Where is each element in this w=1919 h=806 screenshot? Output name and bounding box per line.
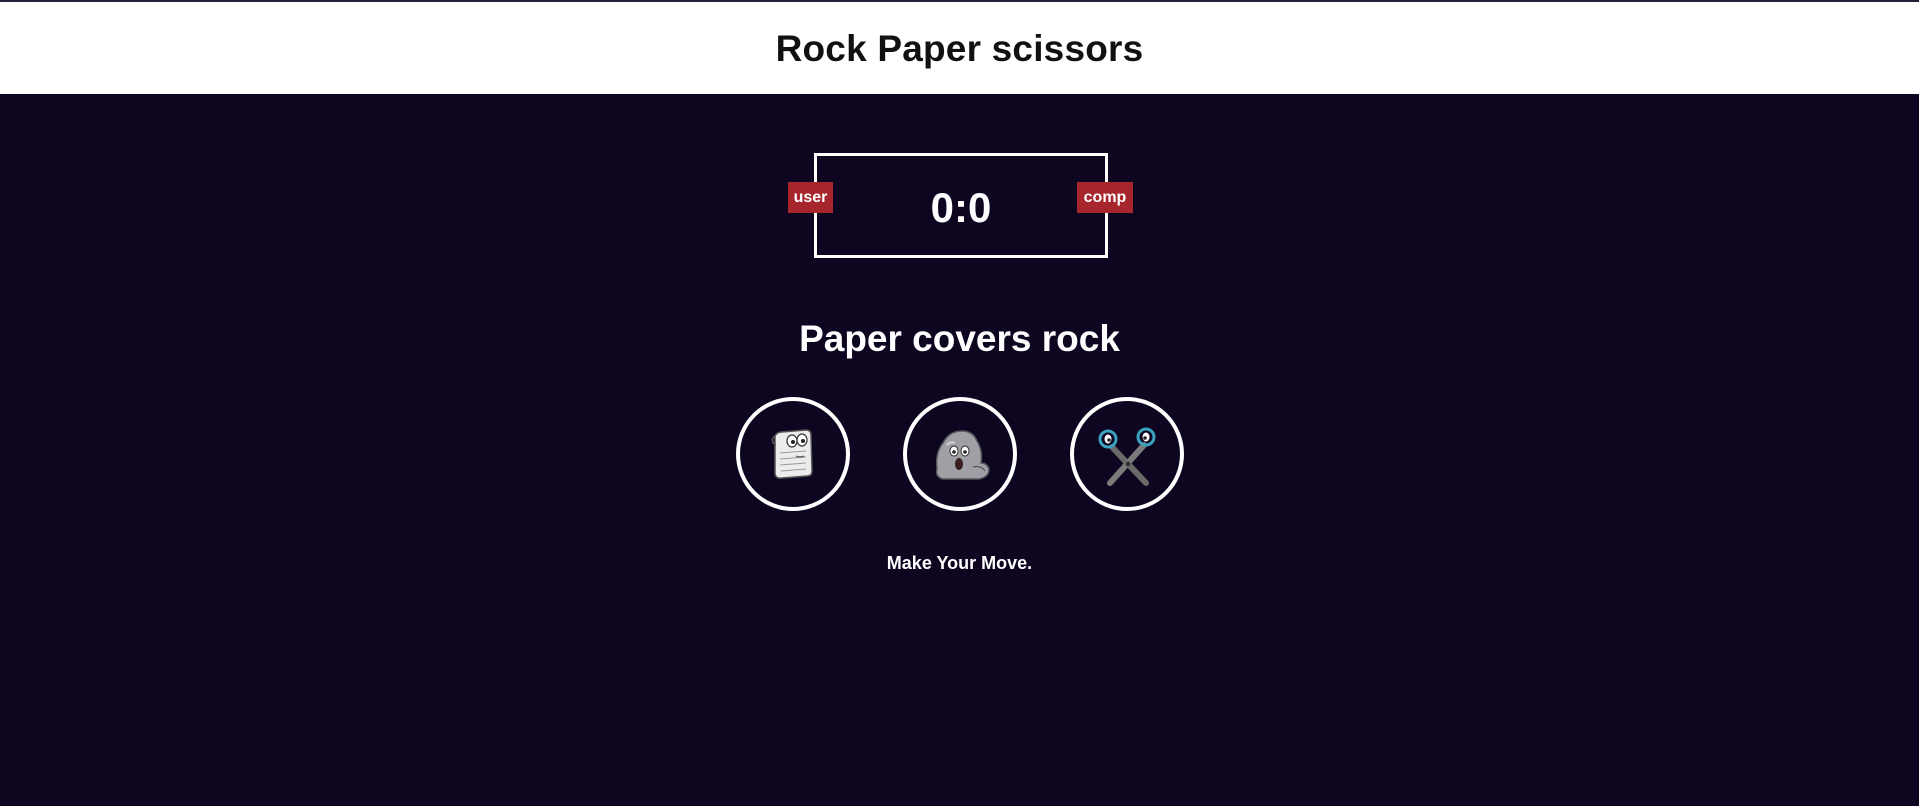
comp-badge: comp: [1077, 182, 1133, 213]
paper-choice-button[interactable]: [736, 397, 850, 511]
user-badge: user: [788, 182, 833, 213]
paper-icon: [771, 429, 813, 479]
header: Rock Paper scissors: [0, 0, 1919, 94]
rock-choice-button[interactable]: [903, 397, 1017, 511]
rock-icon: [935, 430, 990, 480]
scoreboard: 0:0: [814, 153, 1108, 258]
scissors-icon: [1098, 427, 1156, 486]
instruction-text: Make Your Move.: [886, 553, 1033, 573]
game-area: 0:0 user comp Paper covers rock Make You…: [0, 94, 1919, 806]
score-display: 0:0: [930, 184, 992, 231]
scissors-choice-button[interactable]: [1070, 397, 1184, 511]
result-message: Paper covers rock: [799, 318, 1120, 359]
page-title: Rock Paper scissors: [775, 28, 1144, 69]
